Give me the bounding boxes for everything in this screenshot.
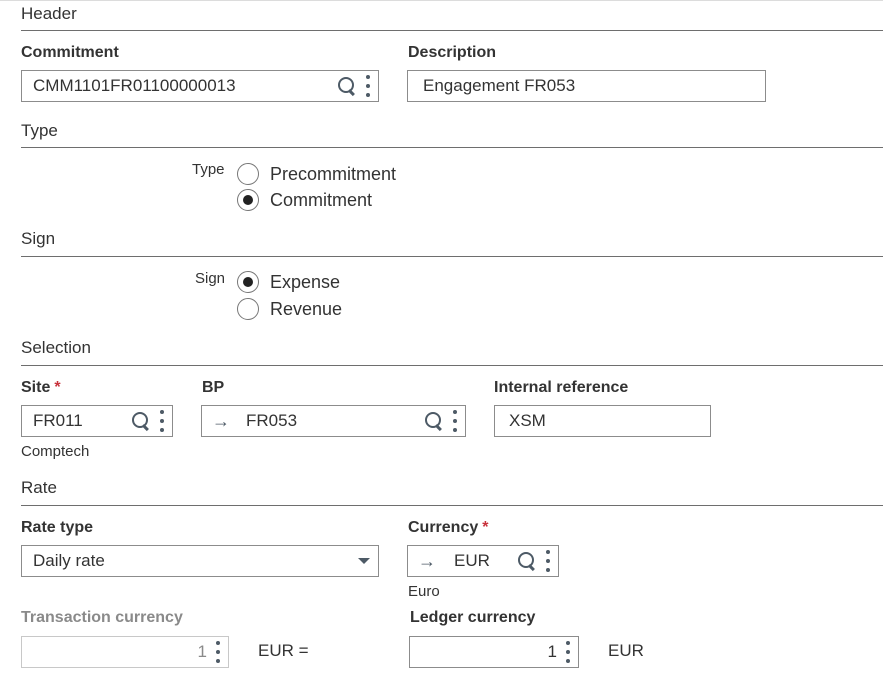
ledger-currency-unit: EUR bbox=[608, 641, 644, 660]
rate-type-label: Rate type bbox=[21, 519, 94, 536]
radio-button-checked[interactable] bbox=[237, 271, 259, 293]
section-divider-sign bbox=[21, 256, 883, 257]
rate-type-select[interactable]: Daily rate bbox=[21, 545, 379, 577]
radio-label-precommitment: Precommitment bbox=[270, 163, 397, 184]
rate-type-value: Daily rate bbox=[33, 551, 105, 570]
transaction-currency-label: Transaction currency bbox=[21, 609, 183, 626]
commitment-label: Commitment bbox=[21, 44, 119, 61]
currency-description: Euro bbox=[408, 583, 440, 600]
commitment-field[interactable]: CMM1101FR01100000013 bbox=[21, 70, 379, 102]
sign-group-label: Sign bbox=[195, 270, 226, 287]
internal-reference-field[interactable]: XSM bbox=[494, 405, 711, 437]
search-icon[interactable] bbox=[337, 76, 357, 96]
description-value: Engagement FR053 bbox=[423, 76, 576, 95]
description-field[interactable]: Engagement FR053 bbox=[407, 70, 766, 102]
more-options-icon[interactable] bbox=[159, 410, 165, 432]
top-border bbox=[0, 0, 883, 1]
radio-button-checked[interactable] bbox=[237, 189, 259, 211]
transaction-currency-unit: EUR = bbox=[258, 641, 309, 660]
radio-button-unchecked[interactable] bbox=[237, 163, 259, 185]
site-field[interactable]: FR011 bbox=[21, 405, 173, 437]
more-options-icon[interactable] bbox=[365, 75, 371, 97]
more-options-icon[interactable] bbox=[215, 641, 221, 663]
internal-reference-label: Internal reference bbox=[494, 379, 629, 396]
section-title-header: Header bbox=[21, 4, 77, 23]
search-icon[interactable] bbox=[517, 551, 537, 571]
section-title-rate: Rate bbox=[21, 478, 57, 497]
chevron-down-icon[interactable] bbox=[358, 558, 370, 564]
more-options-icon[interactable] bbox=[545, 550, 551, 572]
section-divider-selection bbox=[21, 365, 883, 366]
arrow-right-icon[interactable]: → bbox=[202, 411, 236, 432]
section-divider-header bbox=[21, 30, 883, 31]
transaction-currency-field[interactable]: 1 bbox=[21, 636, 229, 668]
section-title-sign: Sign bbox=[21, 229, 56, 248]
commitment-value: CMM1101FR01100000013 bbox=[33, 76, 236, 95]
more-options-icon[interactable] bbox=[565, 641, 571, 663]
section-divider-type bbox=[21, 147, 883, 148]
radio-revenue[interactable]: Revenue bbox=[237, 298, 342, 320]
bp-label: BP bbox=[202, 379, 225, 396]
section-divider-rate bbox=[21, 505, 883, 506]
site-value: FR011 bbox=[33, 411, 83, 430]
currency-label: Currency * bbox=[408, 519, 489, 536]
internal-reference-value: XSM bbox=[509, 411, 546, 430]
radio-label-commitment: Commitment bbox=[270, 189, 373, 210]
transaction-currency-value: 1 bbox=[197, 642, 207, 661]
type-group-label: Type bbox=[192, 161, 225, 178]
radio-precommitment[interactable]: Precommitment bbox=[237, 163, 396, 185]
arrow-right-icon[interactable]: → bbox=[408, 551, 442, 572]
ledger-currency-value: 1 bbox=[547, 642, 557, 661]
more-options-icon[interactable] bbox=[452, 410, 458, 432]
section-title-selection: Selection bbox=[21, 338, 91, 357]
section-title-type: Type bbox=[21, 121, 58, 140]
radio-label-expense: Expense bbox=[270, 271, 341, 292]
ledger-currency-label: Ledger currency bbox=[410, 609, 536, 626]
radio-label-revenue: Revenue bbox=[270, 298, 343, 319]
search-icon[interactable] bbox=[424, 411, 444, 431]
description-label: Description bbox=[408, 44, 497, 61]
currency-field[interactable]: → EUR bbox=[407, 545, 559, 577]
currency-value: EUR bbox=[454, 551, 490, 570]
site-label: Site * bbox=[21, 379, 61, 396]
search-icon[interactable] bbox=[131, 411, 151, 431]
radio-button-unchecked[interactable] bbox=[237, 298, 259, 320]
radio-commitment[interactable]: Commitment bbox=[237, 189, 372, 211]
radio-expense[interactable]: Expense bbox=[237, 271, 340, 293]
bp-value: FR053 bbox=[246, 411, 298, 430]
required-asterisk: * bbox=[54, 379, 61, 396]
required-asterisk: * bbox=[482, 519, 489, 536]
bp-field[interactable]: → FR053 bbox=[201, 405, 466, 437]
ledger-currency-field[interactable]: 1 bbox=[409, 636, 579, 668]
site-description: Comptech bbox=[21, 443, 90, 460]
